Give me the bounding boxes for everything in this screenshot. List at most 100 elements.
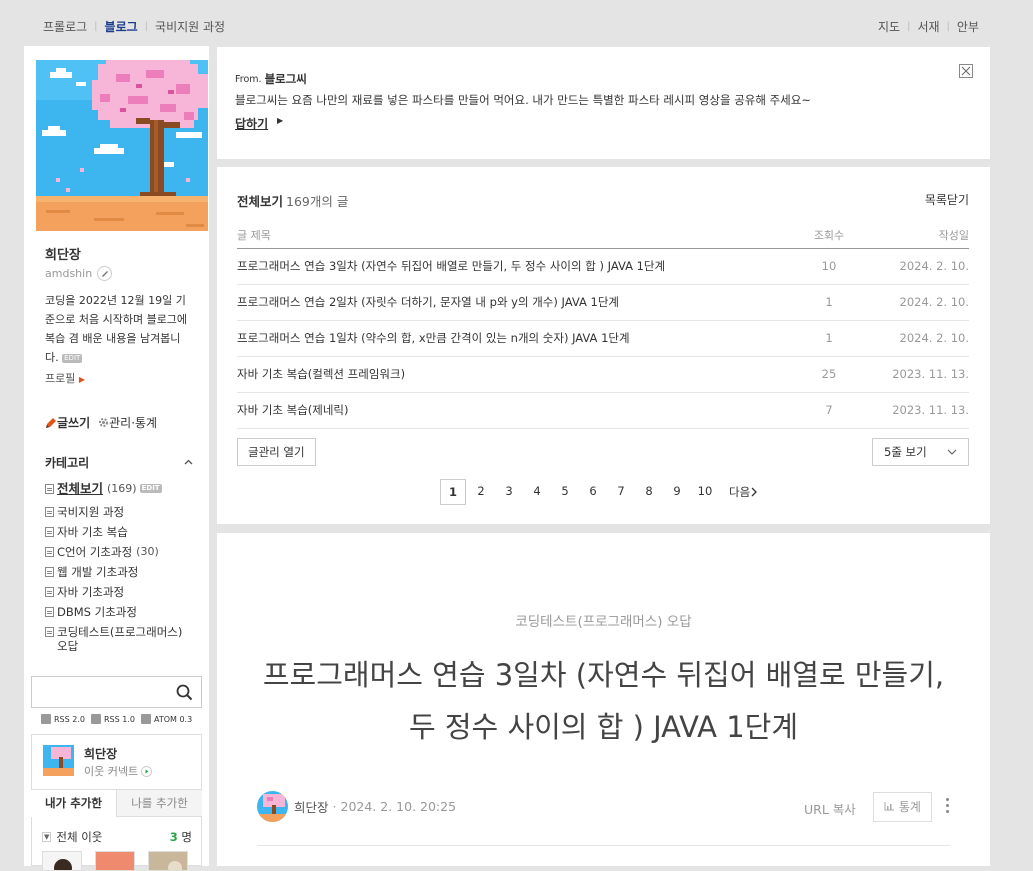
close-list-button[interactable]: 목록닫기 xyxy=(925,191,969,208)
gear-icon xyxy=(99,418,109,427)
table-row: 자바 기초 복습(컬렉션 프레임워크) 25 2023. 11. 13. xyxy=(237,356,969,393)
profile-image[interactable] xyxy=(36,60,208,231)
post-date: 2024. 2. 10. xyxy=(859,320,969,357)
search-icon[interactable] xyxy=(176,684,193,704)
rss-icon xyxy=(140,714,151,724)
post-title-link[interactable]: 자바 기초 복습(컬렉션 프레임워크) xyxy=(237,356,799,393)
lines-per-page-select[interactable]: 5줄 보기 xyxy=(872,438,969,466)
url-copy-button[interactable]: URL 복사 xyxy=(804,799,856,818)
post-date: 2023. 11. 13. xyxy=(859,356,969,393)
category-item[interactable]: C언어 기초과정 (30) xyxy=(45,545,195,559)
post-meta: 희단장 · 2024. 2. 10. 20:25 xyxy=(257,791,456,822)
page-9[interactable]: 9 xyxy=(663,479,691,505)
neighbor-all-count-group: 3 명 xyxy=(170,829,192,845)
close-icon[interactable] xyxy=(959,64,973,78)
category-item[interactable]: 국비지원 과정 xyxy=(45,505,195,519)
nav-map[interactable]: 지도 xyxy=(878,18,900,35)
neighbor-thumbnail[interactable] xyxy=(95,851,135,871)
page-4[interactable]: 4 xyxy=(523,479,551,505)
neighbor-thumbnail[interactable] xyxy=(42,851,82,871)
blog-notice-panel: From. 블로그씨 블로그씨는 요즘 나만의 재료를 넣은 파스타를 만들어 … xyxy=(217,47,990,159)
play-icon xyxy=(141,765,153,777)
post-views: 1 xyxy=(799,320,859,357)
page-2[interactable]: 2 xyxy=(467,479,495,505)
tab-added-me[interactable]: 나를 추가한 xyxy=(117,790,202,817)
rss2-link[interactable]: RSS 2.0 xyxy=(41,714,85,724)
more-options-icon[interactable] xyxy=(942,795,952,819)
category-label: 웹 개발 기초과정 xyxy=(57,565,139,579)
open-post-manager-button[interactable]: 글관리 열기 xyxy=(237,438,316,466)
nav-blog[interactable]: 블로그 xyxy=(105,18,138,35)
post-list-count: 169개의 글 xyxy=(286,194,349,209)
edit-pencil-icon[interactable] xyxy=(97,266,113,281)
category-title: 카테고리 xyxy=(45,456,90,470)
category-item[interactable]: 웹 개발 기초과정 xyxy=(45,565,195,579)
rss-icon xyxy=(41,714,51,724)
category-label: 코딩테스트(프로그래머스) 오답 xyxy=(57,625,183,653)
notice-message: 블로그씨는 요즘 나만의 재료를 넣은 파스타를 만들어 먹어요. 내가 만드는… xyxy=(235,93,811,107)
top-navigation: 프롤로그 | 블로그 | 국비지원 과정 지도 | 서재 | 안부 xyxy=(0,0,1033,46)
nav-course[interactable]: 국비지원 과정 xyxy=(155,18,225,35)
neighbor-connect-link[interactable]: 이웃 커넥트 xyxy=(84,763,153,779)
page-3[interactable]: 3 xyxy=(495,479,523,505)
category-item[interactable]: 코딩테스트(프로그래머스) 오답 xyxy=(45,625,195,653)
avatar[interactable] xyxy=(43,745,74,776)
tab-added-by-me[interactable]: 내가 추가한 xyxy=(31,790,117,817)
page-7[interactable]: 7 xyxy=(607,479,635,505)
page-5[interactable]: 5 xyxy=(551,479,579,505)
stats-label: 통계 xyxy=(898,800,921,814)
post-date: 2024. 2. 10. xyxy=(859,284,969,321)
stats-button[interactable]: 통계 xyxy=(873,792,932,822)
post-title-link[interactable]: 프로그래머스 연습 2일차 (자릿수 더하기, 문자열 내 p와 y의 개수) … xyxy=(237,284,799,321)
category-label: 자바 기초과정 xyxy=(57,585,125,599)
neighbor-thumbnail[interactable] xyxy=(148,851,188,871)
nav-library[interactable]: 서재 xyxy=(917,18,939,35)
neighbor-count: 3 xyxy=(169,830,178,844)
intro-edit-button[interactable]: EDIT xyxy=(62,353,83,363)
category-item[interactable]: DBMS 기초과정 xyxy=(45,605,195,619)
post-title: 프로그래머스 연습 3일차 (자연수 뒤집어 배열로 만들기, 두 정수 사이의… xyxy=(262,658,945,744)
manage-stats-button[interactable]: 관리·통계 xyxy=(98,414,157,431)
category-item[interactable]: 자바 기초과정 xyxy=(45,585,195,599)
profile-link[interactable]: 프로필 ▶ xyxy=(45,370,85,386)
write-button[interactable]: 글쓰기 xyxy=(45,414,90,431)
nav-guestbook[interactable]: 안부 xyxy=(957,18,979,35)
pixel-cherry-tree-image xyxy=(36,60,208,231)
post-title-link[interactable]: 자바 기초 복습(제네릭) xyxy=(237,392,799,429)
category-edit-button[interactable]: EDIT xyxy=(139,484,162,493)
post-date: 2023. 11. 13. xyxy=(859,392,969,429)
page-6[interactable]: 6 xyxy=(579,479,607,505)
neighbor-all-left: ▼ 전체 이웃 xyxy=(42,829,102,845)
page-10[interactable]: 10 xyxy=(691,479,719,505)
post-title-link[interactable]: 프로그래머스 연습 3일차 (자연수 뒤집어 배열로 만들기, 두 정수 사이의… xyxy=(237,248,799,285)
next-page-button[interactable]: 다음 xyxy=(729,484,758,500)
category-header[interactable]: 카테고리 xyxy=(45,454,193,471)
nav-prologue[interactable]: 프롤로그 xyxy=(43,18,87,35)
nav-separator: | xyxy=(94,21,98,32)
atom-link[interactable]: ATOM 0.3 xyxy=(140,714,192,724)
notice-reply-link[interactable]: 답하기 xyxy=(235,115,268,132)
table-row: 프로그래머스 연습 3일차 (자연수 뒤집어 배열로 만들기, 두 정수 사이의… xyxy=(237,248,969,285)
post-title-link[interactable]: 프로그래머스 연습 1일차 (약수의 합, x만큼 간격이 있는 n개의 숫자)… xyxy=(237,320,799,357)
avatar[interactable] xyxy=(257,791,288,822)
feed-links: RSS 2.0 RSS 1.0 ATOM 0.3 xyxy=(41,714,198,724)
notice-from: From. 블로그씨 xyxy=(235,71,307,87)
post-list-title: 전체보기 169개의 글 xyxy=(237,191,348,210)
neighbor-connect-label: 이웃 커넥트 xyxy=(84,765,139,778)
blog-id-text: amdshin xyxy=(45,267,93,280)
neighbor-widget: 희단장 이웃 커넥트 내가 추가한 나를 추가한 ▼ 전체 이웃 3 명 xyxy=(31,734,202,871)
category-label: 국비지원 과정 xyxy=(57,505,125,519)
category-item[interactable]: 자바 기초 복습 xyxy=(45,525,195,539)
search-input[interactable] xyxy=(32,677,172,707)
post-author[interactable]: 희단장 xyxy=(294,797,329,816)
post-category-link[interactable]: 코딩테스트(프로그래머스) 오답 xyxy=(217,610,990,630)
page-1[interactable]: 1 xyxy=(440,479,466,505)
category-item-all[interactable]: 전체보기 (169) EDIT xyxy=(45,482,195,496)
document-icon xyxy=(45,607,54,617)
post-date: 2024. 2. 10. xyxy=(859,248,969,285)
nav-separator: | xyxy=(144,21,149,32)
neighbor-all-row[interactable]: ▼ 전체 이웃 3 명 xyxy=(42,829,192,845)
page-8[interactable]: 8 xyxy=(635,479,663,505)
document-icon xyxy=(45,627,54,637)
rss1-link[interactable]: RSS 1.0 xyxy=(90,714,135,724)
